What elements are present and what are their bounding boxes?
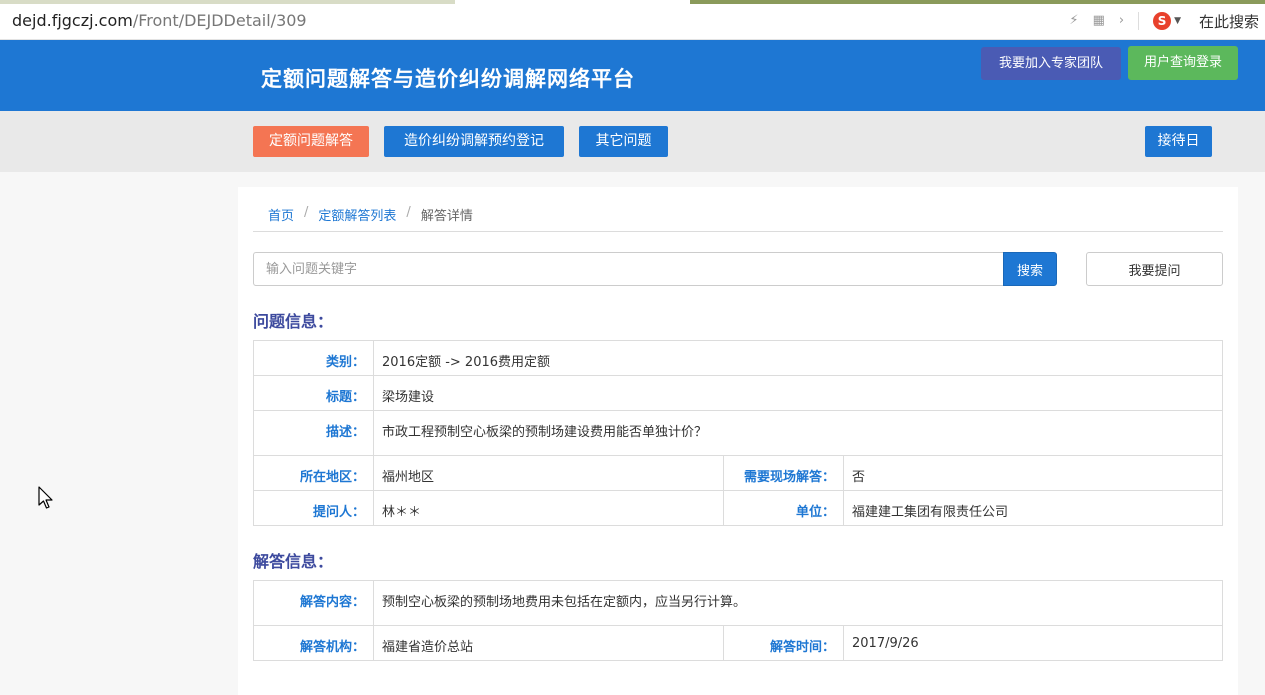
answer-content-label: 解答内容：	[253, 580, 374, 626]
title-label: 标题：	[253, 375, 374, 411]
answer-section-title: 解答信息：	[253, 552, 334, 571]
answer-org-value: 福建省造价总站	[373, 625, 724, 661]
answer-org-label: 解答机构：	[253, 625, 374, 661]
nav-other-questions[interactable]: 其它问题	[579, 126, 668, 157]
tab-strip	[0, 0, 455, 4]
breadcrumb-home[interactable]: 首页	[268, 205, 294, 224]
url-field[interactable]: dejd.fjgczj.com/Front/DEJDDetail/309	[12, 11, 307, 30]
sogou-s-icon: S	[1153, 12, 1172, 30]
breadcrumb-list[interactable]: 定额解答列表	[318, 205, 396, 224]
browser-search-label[interactable]: 在此搜索	[1199, 11, 1259, 32]
nav-reception-day[interactable]: 接待日	[1145, 126, 1212, 157]
caret-down-icon: ▼	[1174, 16, 1181, 26]
asker-value: 林＊＊	[373, 490, 724, 526]
category-label: 类别：	[253, 340, 374, 376]
table-row: 描述： 市政工程预制空心板梁的预制场建设费用能否单独计价？	[253, 410, 1223, 456]
search-button[interactable]: 搜索	[1003, 252, 1057, 286]
user-login-button[interactable]: 用户查询登录	[1128, 46, 1238, 80]
nav-dispute-booking[interactable]: 造价纠纷调解预约登记	[384, 126, 564, 157]
ask-question-button[interactable]: 我要提问	[1086, 252, 1223, 286]
table-row: 标题： 梁场建设	[253, 375, 1223, 411]
answer-content-value: 预制空心板梁的预制场地费用未包括在定额内，应当另行计算。	[373, 580, 1223, 626]
join-expert-team-button[interactable]: 我要加入专家团队	[981, 47, 1121, 80]
url-path: /Front/DEJDDetail/309	[132, 11, 307, 30]
breadcrumb-current: 解答详情	[420, 209, 473, 224]
browser-address-bar: dejd.fjgczj.com/Front/DEJDDetail/309 ⚡ ▦…	[0, 0, 1265, 40]
url-host: dejd.fjgczj.com	[12, 11, 133, 30]
divider	[253, 231, 1223, 232]
breadcrumb-separator: /	[406, 205, 411, 220]
browser-tools: ⚡ ▦ › S ▼ 在此搜索	[1069, 10, 1259, 32]
chevron-right-icon[interactable]: ›	[1119, 11, 1124, 31]
unit-value: 福建建工集团有限责任公司	[843, 490, 1223, 526]
search-input[interactable]	[253, 252, 1003, 286]
search-engine-selector[interactable]: S ▼	[1153, 12, 1181, 30]
site-header: 定额问题解答与造价纠纷调解网络平台 我要加入专家团队 用户查询登录	[0, 40, 1265, 111]
mouse-pointer-icon	[38, 486, 53, 509]
qr-code-icon[interactable]: ▦	[1093, 11, 1105, 31]
content-card: 首页 / 定额解答列表 / 解答详情 搜索 我要提问 问题信息： 类别： 201…	[238, 187, 1238, 695]
breadcrumb: 首页 / 定额解答列表 / 解答详情	[268, 205, 473, 224]
description-value: 市政工程预制空心板梁的预制场建设费用能否单独计价？	[373, 410, 1223, 456]
main-nav: 定额问题解答 造价纠纷调解预约登记 其它问题 接待日	[0, 111, 1265, 172]
table-row: 解答机构： 福建省造价总站 解答时间： 2017/9/26	[253, 625, 1223, 661]
description-label: 描述：	[253, 410, 374, 456]
question-section-title: 问题信息：	[253, 312, 334, 331]
breadcrumb-separator: /	[304, 205, 309, 220]
answer-time-value: 2017/9/26	[843, 625, 1223, 661]
table-row: 解答内容： 预制空心板梁的预制场地费用未包括在定额内，应当另行计算。	[253, 580, 1223, 626]
table-row: 所在地区： 福州地区 需要现场解答： 否	[253, 455, 1223, 491]
category-value: 2016定额 -> 2016费用定额	[373, 340, 1223, 376]
site-title: 定额问题解答与造价纠纷调解网络平台	[261, 67, 635, 91]
region-label: 所在地区：	[253, 455, 374, 491]
answer-time-label: 解答时间：	[723, 625, 844, 661]
table-row: 类别： 2016定额 -> 2016费用定额	[253, 340, 1223, 376]
onsite-label: 需要现场解答：	[723, 455, 844, 491]
onsite-value: 否	[843, 455, 1223, 491]
title-value: 梁场建设	[373, 375, 1223, 411]
unit-label: 单位：	[723, 490, 844, 526]
tab-strip	[690, 0, 1265, 4]
nav-quota-answers[interactable]: 定额问题解答	[253, 126, 369, 157]
lightning-icon[interactable]: ⚡	[1069, 11, 1078, 31]
region-value: 福州地区	[373, 455, 724, 491]
asker-label: 提问人：	[253, 490, 374, 526]
answer-info-table: 解答内容： 预制空心板梁的预制场地费用未包括在定额内，应当另行计算。 解答机构：…	[253, 580, 1223, 661]
table-row: 提问人： 林＊＊ 单位： 福建建工集团有限责任公司	[253, 490, 1223, 526]
question-info-table: 类别： 2016定额 -> 2016费用定额 标题： 梁场建设 描述： 市政工程…	[253, 340, 1223, 526]
toolbar-divider	[1138, 12, 1140, 30]
